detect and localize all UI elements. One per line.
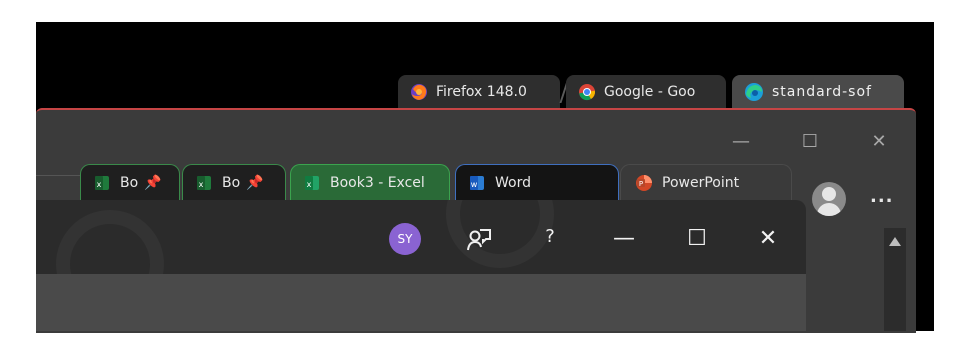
edge-close-button[interactable]: ✕ — [861, 131, 897, 153]
pin-icon[interactable]: 📌 — [246, 175, 263, 191]
svg-text:x: x — [307, 180, 312, 189]
svg-text:x: x — [97, 180, 102, 189]
tab-label: Book3 - Excel — [330, 174, 425, 191]
presenter-coach-icon[interactable] — [466, 227, 492, 257]
svg-text:P: P — [639, 180, 643, 188]
chrome-icon — [579, 84, 596, 101]
ribbon-area — [36, 274, 806, 331]
tab-google[interactable]: Google - Goo — [566, 75, 726, 109]
tab-excel-book3[interactable]: x Book3 - Excel — [290, 164, 450, 200]
office-maximize-button[interactable]: ☐ — [679, 226, 715, 251]
user-avatar[interactable]: SY — [389, 223, 421, 255]
word-icon: w — [470, 175, 484, 190]
tab-label: PowerPoint — [662, 174, 740, 191]
tab-excel-pinned-2[interactable]: x Bo 📌 — [182, 164, 286, 200]
svg-text:w: w — [471, 180, 478, 189]
excel-icon: x — [95, 175, 109, 190]
pin-icon[interactable]: 📌 — [144, 175, 161, 191]
tab-strip-edge — [36, 175, 80, 201]
help-button[interactable]: ? — [532, 226, 568, 247]
tab-label: Bo — [120, 174, 139, 191]
vertical-scrollbar[interactable] — [884, 228, 906, 331]
edge-icon — [745, 83, 763, 101]
office-close-button[interactable]: ✕ — [750, 226, 786, 251]
svg-text:x: x — [199, 180, 204, 189]
tab-firefox[interactable]: Firefox 148.0 — [398, 75, 560, 109]
office-window — [36, 200, 806, 331]
tab-powerpoint[interactable]: P PowerPoint — [620, 164, 792, 200]
tab-excel-pinned-1[interactable]: x Bo 📌 — [80, 164, 180, 200]
firefox-icon — [411, 84, 427, 100]
profile-avatar[interactable] — [812, 182, 846, 216]
scroll-up-arrow-icon[interactable] — [889, 237, 901, 246]
tab-edge-active[interactable]: standard-sof — [732, 75, 904, 109]
edge-minimize-button[interactable]: — — [723, 131, 759, 153]
tab-label: Bo — [222, 174, 241, 191]
user-icon — [822, 187, 836, 201]
tab-label: standard-sof — [772, 84, 872, 100]
tab-label: Firefox 148.0 — [436, 84, 527, 100]
excel-icon: x — [197, 175, 211, 190]
edge-maximize-button[interactable]: ☐ — [792, 131, 828, 153]
tab-label: Word — [495, 174, 531, 191]
powerpoint-icon: P — [636, 174, 652, 191]
tab-label: Google - Goo — [604, 84, 696, 100]
excel-icon: x — [305, 175, 319, 190]
tab-word[interactable]: w Word — [455, 164, 619, 200]
office-minimize-button[interactable]: — — [606, 226, 642, 251]
more-menu-button[interactable]: ... — [870, 186, 894, 207]
